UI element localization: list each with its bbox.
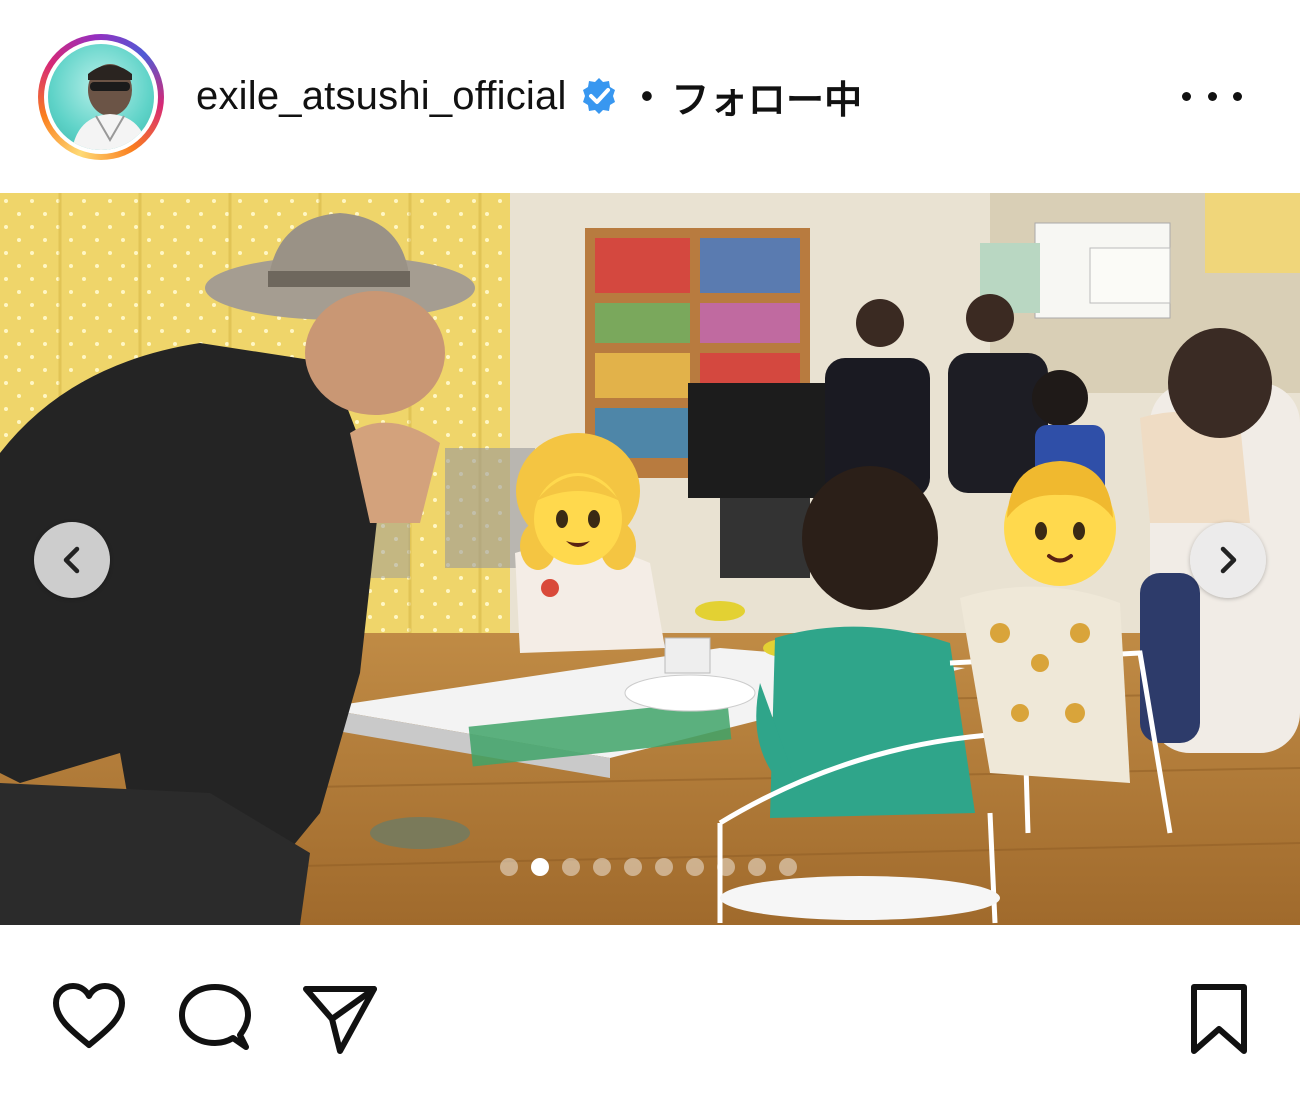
username-link[interactable]: exile_atsushi_official bbox=[196, 74, 567, 119]
carousel-next-button[interactable] bbox=[1190, 522, 1266, 598]
separator-dot: • bbox=[640, 75, 654, 116]
avatar bbox=[48, 44, 154, 150]
carousel-dot bbox=[500, 858, 518, 876]
carousel-prev-button[interactable] bbox=[34, 522, 110, 598]
chevron-right-icon bbox=[1220, 546, 1237, 574]
carousel-dot bbox=[686, 858, 704, 876]
verified-badge-icon bbox=[579, 76, 619, 116]
carousel-dot bbox=[562, 858, 580, 876]
more-options-icon[interactable] bbox=[1182, 82, 1242, 110]
story-ring-avatar[interactable] bbox=[38, 34, 164, 160]
girl-emoji-sticker bbox=[516, 433, 640, 570]
carousel-dot bbox=[748, 858, 766, 876]
username-row: exile_atsushi_official • フォロー中 bbox=[196, 70, 862, 122]
more-dot bbox=[1207, 91, 1217, 101]
paper-plane-icon[interactable] bbox=[302, 983, 378, 1055]
carousel-dot bbox=[717, 858, 735, 876]
carousel-dot bbox=[779, 858, 797, 876]
follow-status-button[interactable]: フォロー中 bbox=[671, 69, 862, 124]
carousel-dot bbox=[531, 858, 549, 876]
chevron-left-icon bbox=[63, 546, 80, 574]
carousel-dot bbox=[593, 858, 611, 876]
more-dot bbox=[1182, 91, 1191, 101]
more-dot bbox=[1233, 91, 1242, 101]
carousel-dot bbox=[655, 858, 673, 876]
heart-icon[interactable] bbox=[52, 983, 126, 1049]
post-photo[interactable] bbox=[0, 193, 1300, 925]
carousel-indicator bbox=[500, 858, 797, 876]
action-bar bbox=[0, 925, 1300, 1102]
comment-icon[interactable] bbox=[178, 983, 252, 1053]
bookmark-icon[interactable] bbox=[1188, 983, 1250, 1055]
boy-emoji-sticker bbox=[1004, 461, 1116, 586]
post-header: exile_atsushi_official • フォロー中 bbox=[0, 0, 1300, 190]
carousel-dot bbox=[624, 858, 642, 876]
